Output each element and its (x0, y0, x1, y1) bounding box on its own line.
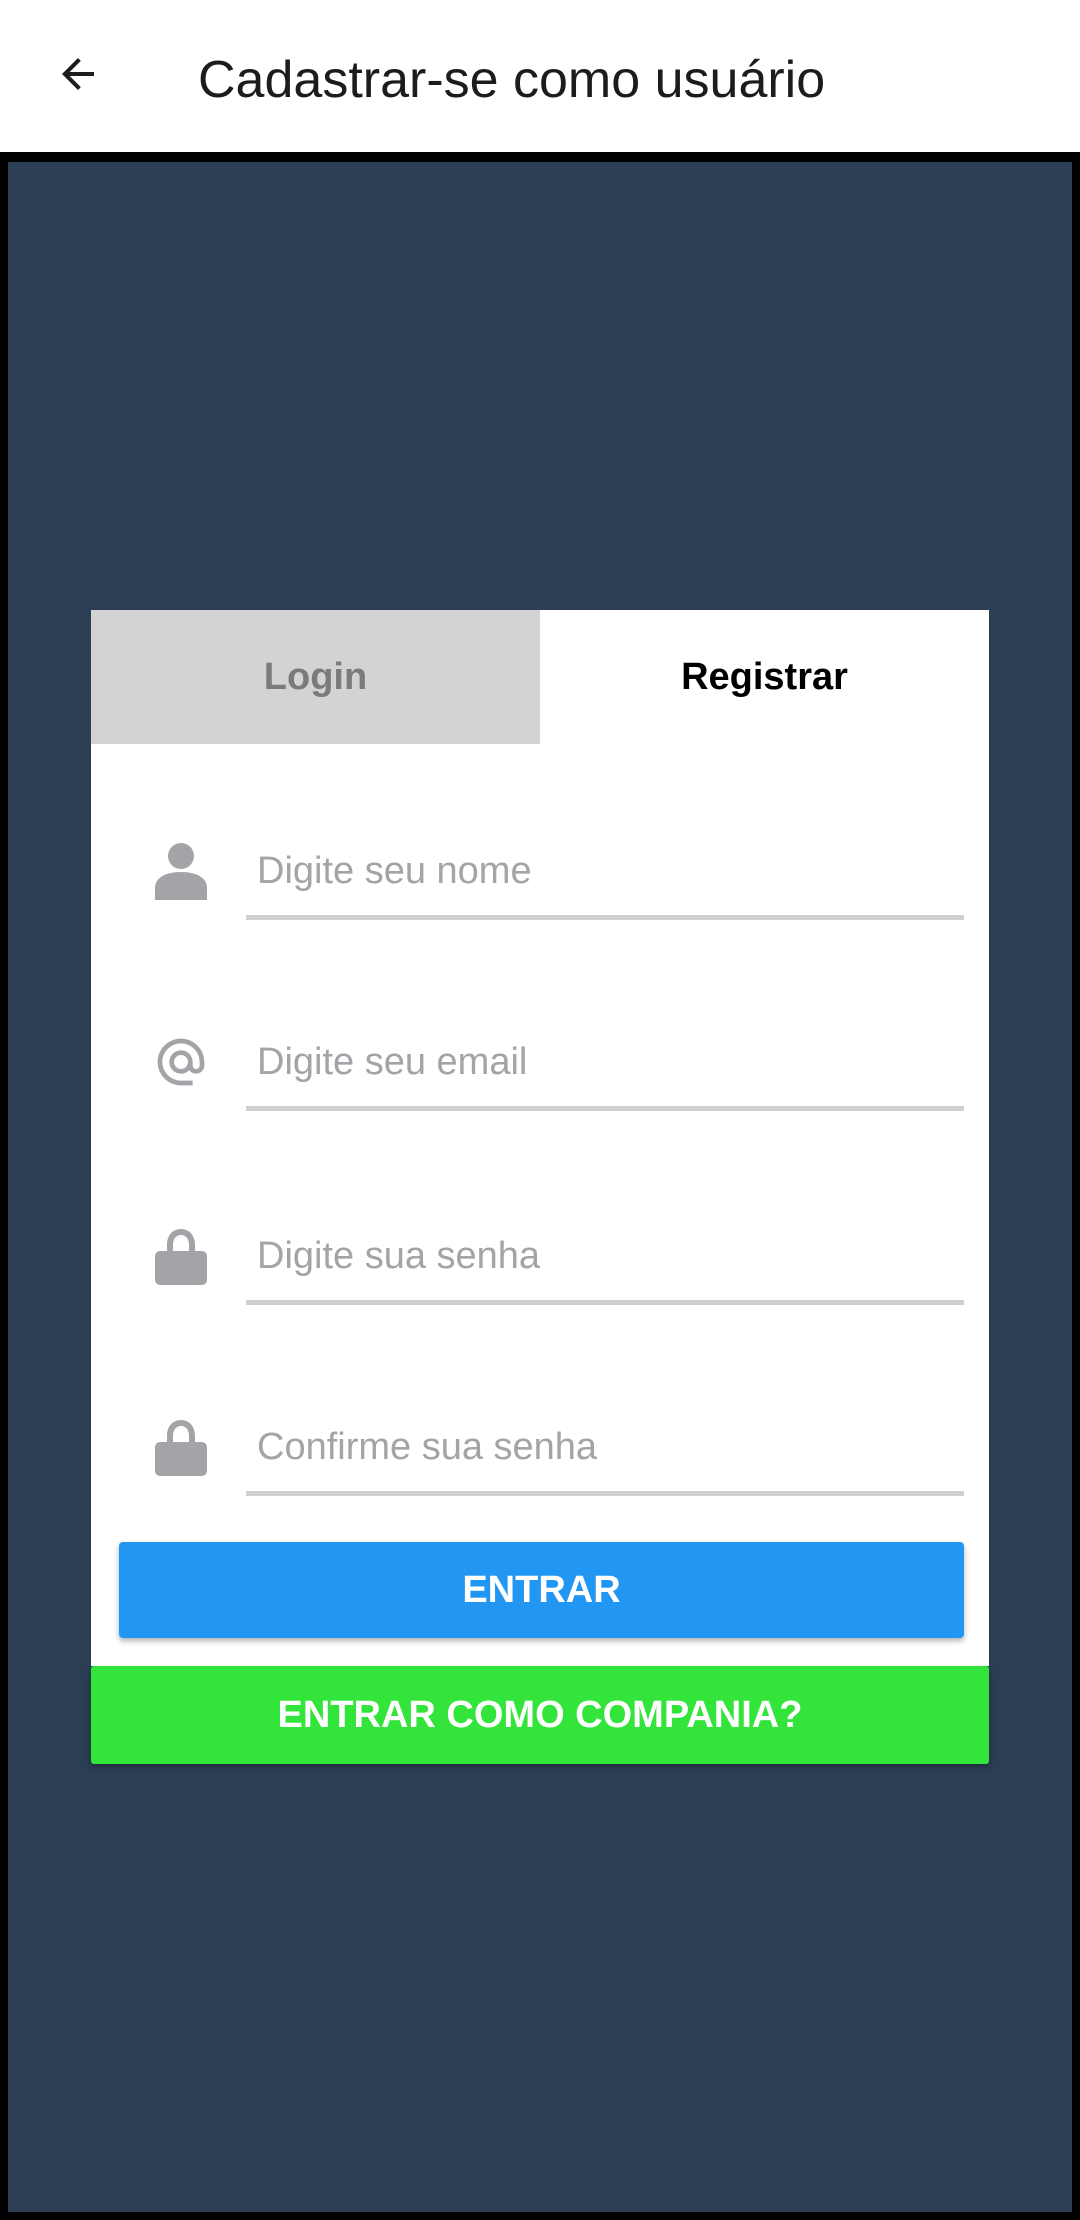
arrow-back-icon (62, 58, 94, 90)
email-input[interactable] (246, 1024, 964, 1100)
password-underline (246, 1300, 964, 1305)
submit-button[interactable]: ENTRAR (119, 1542, 964, 1638)
tab-login[interactable]: Login (91, 610, 540, 744)
password-field-row (91, 1196, 989, 1316)
lock-icon (151, 1226, 211, 1286)
email-field-row (91, 1002, 989, 1122)
name-field-row (91, 811, 989, 931)
name-input[interactable] (246, 833, 964, 909)
confirm-password-input[interactable] (246, 1409, 964, 1485)
app-bar: Cadastrar-se como usuário (0, 0, 1080, 152)
password-input[interactable] (246, 1218, 964, 1294)
confirm-password-underline (246, 1491, 964, 1496)
tab-register[interactable]: Registrar (540, 610, 989, 744)
person-icon (151, 841, 211, 901)
at-sign-icon (151, 1032, 211, 1092)
company-login-button[interactable]: ENTRAR COMO COMPANIA? (91, 1666, 989, 1764)
name-underline (246, 915, 964, 920)
auth-card: Login Registrar Digite seu nome Digite s… (91, 610, 989, 1666)
page-title: Cadastrar-se como usuário (198, 51, 826, 109)
lock-icon (151, 1417, 211, 1477)
email-underline (246, 1106, 964, 1111)
back-button[interactable] (40, 36, 116, 112)
confirm-password-field-row (91, 1387, 989, 1507)
